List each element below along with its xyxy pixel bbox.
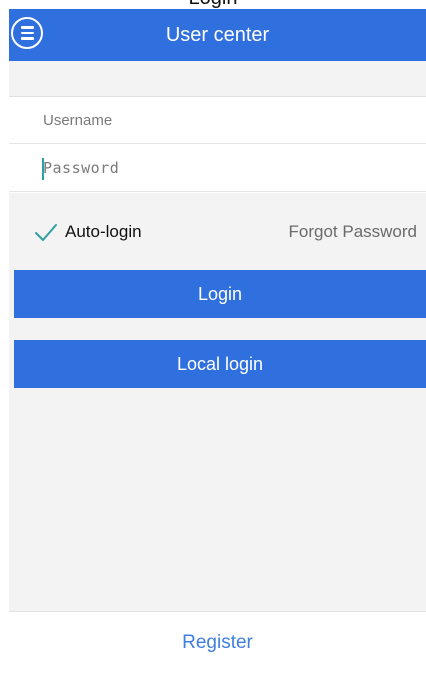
auto-login-checkbox[interactable]: Auto-login	[33, 221, 142, 243]
text-cursor	[42, 158, 44, 180]
username-field	[9, 97, 426, 144]
username-input[interactable]	[9, 97, 426, 143]
page-title: User center	[165, 23, 270, 46]
menu-line	[20, 31, 34, 35]
status-cut-text: Login	[0, 0, 426, 9]
forgot-password-link[interactable]: Forgot Password	[289, 222, 418, 242]
password-input[interactable]	[9, 145, 426, 191]
status-strip: Login	[0, 0, 426, 9]
app-header: User center	[9, 9, 426, 61]
footer-bar: Register	[9, 611, 426, 673]
local-login-button[interactable]: Local login	[14, 340, 426, 388]
menu-icon[interactable]	[11, 17, 43, 49]
check-icon	[35, 224, 57, 241]
login-options-row: Auto-login Forgot Password	[9, 214, 426, 250]
auto-login-label: Auto-login	[65, 222, 142, 241]
menu-line	[20, 37, 34, 40]
login-button[interactable]: Login	[14, 270, 426, 318]
password-field	[9, 145, 426, 192]
user-center-screen: Login User center Auto-login Forgot Pass…	[0, 0, 426, 673]
content-background	[9, 193, 426, 611]
register-link[interactable]: Register	[182, 632, 253, 654]
menu-line	[20, 26, 34, 29]
top-spacer	[9, 61, 426, 97]
